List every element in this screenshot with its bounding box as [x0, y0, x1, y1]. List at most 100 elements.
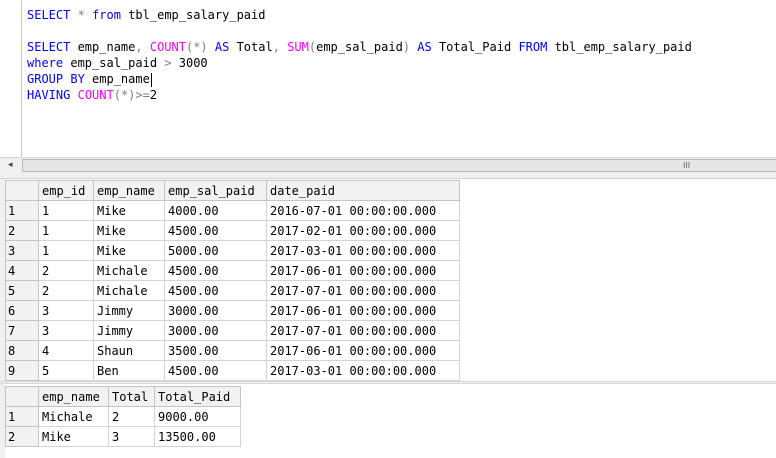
- grid-cell[interactable]: 3: [38, 320, 94, 341]
- table-row[interactable]: 3 1 Mike 5000.00 2017-03-01 00:00:00.000: [5, 240, 460, 261]
- grid-separator: [0, 381, 776, 384]
- sql-code[interactable]: SELECT * from tbl_emp_salary_paid SELECT…: [27, 7, 692, 103]
- column-header-emp-name[interactable]: emp_name: [93, 180, 165, 201]
- row-number[interactable]: 6: [5, 300, 39, 321]
- grid-cell[interactable]: 1: [38, 220, 94, 241]
- grid-cell[interactable]: 2: [108, 406, 155, 427]
- grid-cell[interactable]: 4: [38, 340, 94, 361]
- code-token: ,: [135, 40, 143, 54]
- grid-cell[interactable]: Ben: [93, 360, 165, 381]
- code-token: where: [27, 56, 64, 70]
- grid-cell[interactable]: 2017-06-01 00:00:00.000: [266, 260, 460, 281]
- code-token: FROM: [518, 40, 548, 54]
- grid-cell[interactable]: 3: [38, 300, 94, 321]
- code-token: 2: [149, 88, 158, 102]
- results-grid-2[interactable]: emp_name Total Total_Paid 1 Michale 2 9000.00…: [5, 386, 241, 447]
- grid-cell[interactable]: Michale: [38, 406, 109, 427]
- code-token: ,: [272, 40, 280, 54]
- scrollbar-thumb[interactable]: III: [22, 159, 776, 172]
- grid-cell[interactable]: 5: [38, 360, 94, 381]
- table-row[interactable]: 5 2 Michale 4500.00 2017-07-01 00:00:00.000: [5, 280, 460, 301]
- grid-cell[interactable]: Mike: [93, 220, 165, 241]
- code-token: Total: [229, 40, 273, 54]
- editor-gutter-border: [21, 0, 22, 157]
- row-number[interactable]: 5: [5, 280, 39, 301]
- column-header-emp-sal-paid[interactable]: emp_sal_paid: [164, 180, 267, 201]
- code-line[interactable]: where emp_sal_paid > 3000: [27, 55, 692, 71]
- grid-cell[interactable]: 2017-03-01 00:00:00.000: [266, 360, 460, 381]
- code-token: SELECT: [27, 40, 71, 54]
- grid-cell[interactable]: 3500.00: [164, 340, 267, 361]
- code-line[interactable]: SELECT * from tbl_emp_salary_paid: [27, 7, 692, 23]
- grid-cell[interactable]: 3000.00: [164, 320, 267, 341]
- table-row[interactable]: 9 5 Ben 4500.00 2017-03-01 00:00:00.000: [5, 360, 460, 381]
- code-token: emp_name: [70, 40, 136, 54]
- table-row[interactable]: 7 3 Jimmy 3000.00 2017-07-01 00:00:00.000: [5, 320, 460, 341]
- grid-cell[interactable]: 2: [38, 280, 94, 301]
- grid-cell[interactable]: 2017-02-01 00:00:00.000: [266, 220, 460, 241]
- grid-cell[interactable]: 3: [108, 426, 155, 447]
- grid-cell[interactable]: 1: [38, 200, 94, 221]
- grid-cell[interactable]: Michale: [93, 280, 165, 301]
- editor-horizontal-scrollbar[interactable]: ◂ III: [0, 157, 776, 173]
- column-header-date-paid[interactable]: date_paid: [266, 180, 460, 201]
- row-number[interactable]: 2: [5, 220, 39, 241]
- table-row[interactable]: 2 Mike 3 13500.00: [5, 426, 241, 447]
- grid-cell[interactable]: 5000.00: [164, 240, 267, 261]
- grid-cell[interactable]: Jimmy: [93, 300, 165, 321]
- table-row[interactable]: 2 1 Mike 4500.00 2017-02-01 00:00:00.000: [5, 220, 460, 241]
- grid-cell[interactable]: 4500.00: [164, 260, 267, 281]
- column-header-emp-id[interactable]: emp_id: [38, 180, 94, 201]
- row-number[interactable]: 1: [5, 406, 39, 427]
- grid-cell[interactable]: 2017-07-01 00:00:00.000: [266, 280, 460, 301]
- grid-cell[interactable]: 2016-07-01 00:00:00.000: [266, 200, 460, 221]
- table-row[interactable]: 1 1 Mike 4000.00 2016-07-01 00:00:00.000: [5, 200, 460, 221]
- grid-cell[interactable]: 2: [38, 260, 94, 281]
- code-line[interactable]: [27, 23, 692, 39]
- grid-cell[interactable]: Mike: [93, 200, 165, 221]
- grid-cell[interactable]: 3000.00: [164, 300, 267, 321]
- grid-cell[interactable]: 2017-03-01 00:00:00.000: [266, 240, 460, 261]
- code-token: emp_name: [84, 72, 150, 86]
- grid-cell[interactable]: Shaun: [93, 340, 165, 361]
- column-header-total[interactable]: Total: [108, 386, 155, 407]
- row-number[interactable]: 9: [5, 360, 39, 381]
- grid-corner[interactable]: [5, 386, 39, 407]
- grid-cell[interactable]: 9000.00: [154, 406, 241, 427]
- grid-cell[interactable]: 2017-07-01 00:00:00.000: [266, 320, 460, 341]
- row-number[interactable]: 3: [5, 240, 39, 261]
- grid-cell[interactable]: Jimmy: [93, 320, 165, 341]
- table-row[interactable]: 4 2 Michale 4500.00 2017-06-01 00:00:00.000: [5, 260, 460, 281]
- grid-cell[interactable]: 2017-06-01 00:00:00.000: [266, 300, 460, 321]
- grid-cell[interactable]: Mike: [93, 240, 165, 261]
- grid-cell[interactable]: 4500.00: [164, 360, 267, 381]
- grid-cell[interactable]: 2017-06-01 00:00:00.000: [266, 340, 460, 361]
- column-header-total-paid[interactable]: Total_Paid: [154, 386, 241, 407]
- code-line[interactable]: SELECT emp_name, COUNT(*) AS Total, SUM(…: [27, 39, 692, 55]
- scroll-left-arrow-icon[interactable]: ◂: [8, 160, 13, 170]
- row-number[interactable]: 8: [5, 340, 39, 361]
- grid-cell[interactable]: Michale: [93, 260, 165, 281]
- grid-cell[interactable]: 1: [38, 240, 94, 261]
- code-line[interactable]: GROUP BY emp_name: [27, 71, 692, 87]
- grid-cell[interactable]: 13500.00: [154, 426, 241, 447]
- grid-cell[interactable]: 4500.00: [164, 280, 267, 301]
- table-row[interactable]: 6 3 Jimmy 3000.00 2017-06-01 00:00:00.000: [5, 300, 460, 321]
- column-header-emp-name[interactable]: emp_name: [38, 386, 109, 407]
- grid-corner[interactable]: [5, 180, 39, 201]
- table-row[interactable]: 1 Michale 2 9000.00: [5, 406, 241, 427]
- query-editor[interactable]: SELECT * from tbl_emp_salary_paid SELECT…: [0, 0, 776, 157]
- grid-cell[interactable]: Mike: [38, 426, 109, 447]
- row-number[interactable]: 7: [5, 320, 39, 341]
- results-grid-1[interactable]: emp_id emp_name emp_sal_paid date_paid 1 1 Mi…: [5, 180, 460, 381]
- code-line[interactable]: HAVING COUNT(*)>=2: [27, 87, 692, 103]
- grid-cell[interactable]: 4000.00: [164, 200, 267, 221]
- row-number[interactable]: 2: [5, 426, 39, 447]
- row-number[interactable]: 4: [5, 260, 39, 281]
- row-number[interactable]: 1: [5, 200, 39, 221]
- table-row[interactable]: 8 4 Shaun 3500.00 2017-06-01 00:00:00.000: [5, 340, 460, 361]
- results-splitter[interactable]: [0, 173, 776, 179]
- grid-cell[interactable]: 4500.00: [164, 220, 267, 241]
- code-token: (*)>=: [113, 88, 150, 102]
